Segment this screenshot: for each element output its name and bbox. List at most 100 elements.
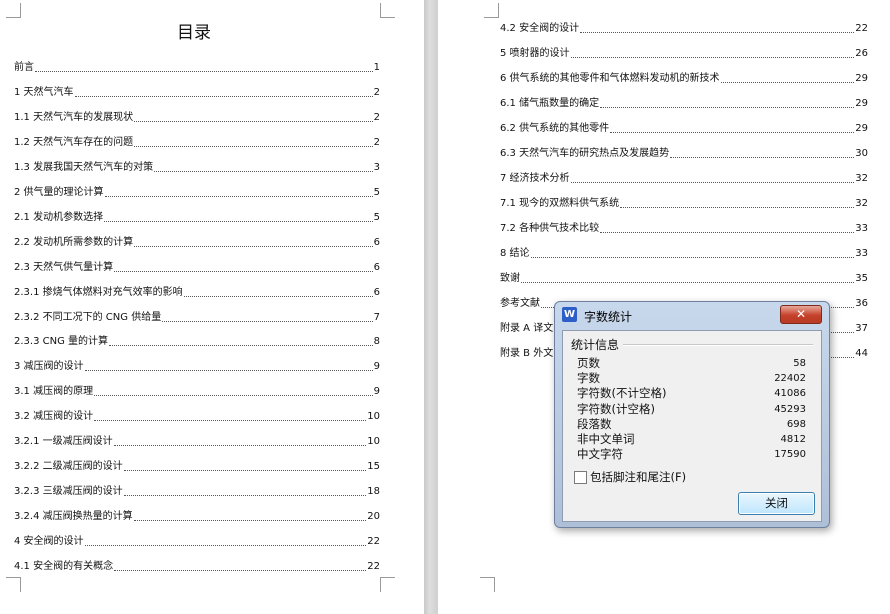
toc-entry[interactable]: 3.2 减压阀的设计 10 <box>14 409 380 425</box>
toc-entry[interactable]: 1.2 天然气汽车存在的问题 2 <box>14 135 380 151</box>
stat-label: 中文字符 <box>577 447 623 462</box>
toc-entry[interactable]: 前言 1 <box>14 60 380 76</box>
toc-entry-text: 2.1 发动机参数选择 <box>14 211 104 223</box>
toc-leader-dots <box>600 107 855 108</box>
stat-value: 41086 <box>774 388 806 400</box>
stat-row: 字符数(不计空格) 41086 <box>577 386 806 401</box>
toc-entry[interactable]: 6.2 供气系统的其他零件 29 <box>500 121 868 137</box>
toc-entry[interactable]: 4.1 安全阀的有关概念 22 <box>14 559 380 575</box>
toc-entry-text: 参考文献 <box>500 298 540 309</box>
toc-leader-dots <box>134 145 373 147</box>
toc-entry-page: 2 <box>373 111 380 123</box>
toc-entry-page: 10 <box>367 436 380 448</box>
toc-entry-page: 6 <box>373 261 380 273</box>
toc-leader-dots <box>94 420 367 422</box>
toc-leader-dots <box>580 32 855 33</box>
toc-entry-text: 致谢 <box>500 273 520 284</box>
crop-mark <box>6 577 21 592</box>
toc-entry-page: 29 <box>855 123 868 134</box>
stat-label: 非中文单词 <box>577 432 635 446</box>
toc-entry[interactable]: 1.1 天然气汽车的发展现状 2 <box>14 110 380 126</box>
toc-entry[interactable]: 致谢 35 <box>500 271 868 287</box>
toc-entry-text: 1.1 天然气汽车的发展现状 <box>14 111 134 123</box>
wps-writer-icon: W <box>562 307 577 322</box>
stat-label: 字符数(不计空格) <box>577 386 667 401</box>
toc-entry[interactable]: 4 安全阀的设计 22 <box>14 534 380 550</box>
toc-entry-page: 8 <box>373 336 380 348</box>
toc-entry-page: 5 <box>373 186 380 198</box>
toc-entry[interactable]: 5 喷射器的设计 26 <box>500 46 868 62</box>
crop-mark <box>484 3 499 18</box>
toc-leader-dots <box>109 345 373 347</box>
toc-entry[interactable]: 3.2.1 一级减压阀设计 10 <box>14 434 380 450</box>
toc-entry-page: 6 <box>373 286 380 298</box>
toc-leader-dots <box>570 57 855 58</box>
toc-leader-dots <box>84 370 373 372</box>
toc-leader-dots <box>610 132 855 133</box>
toc-entry-page: 18 <box>367 486 380 498</box>
stat-value: 45293 <box>774 403 806 415</box>
toc-entry-text: 1 天然气汽车 <box>14 86 74 98</box>
stat-row: 字符数(计空格) 45293 <box>577 402 806 417</box>
toc-entry[interactable]: 6.1 储气瓶数量的确定 29 <box>500 96 868 112</box>
toc-entry-text: 6.3 天然气汽车的研究热点及发展趋势 <box>500 148 670 159</box>
toc-entry[interactable]: 3.1 减压阀的原理 9 <box>14 384 380 400</box>
toc-entry[interactable]: 8 结论 33 <box>500 246 868 262</box>
stat-label: 段落数 <box>577 416 612 431</box>
toc-entry[interactable]: 7.2 各种供气技术比较 33 <box>500 221 868 237</box>
toc-entry-page: 22 <box>367 536 380 548</box>
toc-entry-text: 3.1 减压阀的原理 <box>14 386 94 398</box>
close-icon[interactable]: ✕ <box>780 305 822 324</box>
toc-entry[interactable]: 2.3 天然气供气量计算 6 <box>14 260 380 276</box>
toc-entry-page: 22 <box>855 23 868 34</box>
toc-entry[interactable]: 2 供气量的理论计算 5 <box>14 185 380 201</box>
toc-entry[interactable]: 6 供气系统的其他零件和气体燃料发动机的新技术 29 <box>500 71 868 87</box>
toc-entry[interactable]: 3.2.3 三级减压阀的设计 18 <box>14 484 380 500</box>
toc-entry-page: 44 <box>855 348 868 359</box>
toc-entry[interactable]: 7 经济技术分析 32 <box>500 171 868 187</box>
toc-leader-dots <box>134 245 373 247</box>
toc-entry-text: 8 结论 <box>500 248 530 259</box>
toc-entry-text: 4.1 安全阀的有关概念 <box>14 561 114 572</box>
toc-entry-page: 36 <box>855 298 868 309</box>
stat-value: 17590 <box>774 449 806 461</box>
toc-entry[interactable]: 1.3 发展我国天然气汽车的对策 3 <box>14 160 380 176</box>
toc-leader-dots <box>123 470 367 472</box>
stat-value: 58 <box>793 358 806 369</box>
toc-leader-dots <box>104 195 373 197</box>
toc-leader-dots <box>133 520 367 522</box>
dialog-titlebar[interactable]: W 字数统计 ✕ <box>555 302 829 328</box>
toc-entry[interactable]: 3.2.2 二级减压阀的设计 15 <box>14 459 380 475</box>
toc-entry-text: 1.3 发展我国天然气汽车的对策 <box>14 161 154 173</box>
toc-entry[interactable]: 4.2 安全阀的设计 22 <box>500 21 868 37</box>
stat-value: 698 <box>786 418 806 430</box>
toc-title: 目录 <box>177 23 211 43</box>
close-button[interactable]: 关闭 <box>738 492 815 515</box>
stat-row: 非中文单词 4812 <box>577 432 806 447</box>
crop-mark <box>480 577 495 592</box>
toc-entry-page: 1 <box>373 62 380 73</box>
toc-entry-page: 20 <box>367 511 380 523</box>
toc-leader-dots <box>114 270 373 272</box>
toc-entry[interactable]: 7.1 现今的双燃料供气系统 32 <box>500 196 868 212</box>
toc-entry-page: 7 <box>373 311 380 323</box>
toc-entry[interactable]: 2.3.1 掺烧气体燃料对充气效率的影响 6 <box>14 285 380 301</box>
toc-entry-text: 1.2 天然气汽车存在的问题 <box>14 136 134 148</box>
toc-entry-text: 附录 B 外文 <box>500 348 554 359</box>
toc-entry[interactable]: 3.2.4 减压阀换热量的计算 20 <box>14 509 380 525</box>
toc-entry-text: 2 供气量的理论计算 <box>14 186 104 198</box>
toc-leader-dots <box>94 395 373 397</box>
toc-entry[interactable]: 2.1 发动机参数选择 5 <box>14 210 380 226</box>
toc-entry[interactable]: 2.3.2 不同工况下的 CNG 供给量 7 <box>14 310 380 326</box>
include-footnotes-checkbox[interactable] <box>574 471 587 484</box>
toc-entry[interactable]: 6.3 天然气汽车的研究热点及发展趋势 30 <box>500 146 868 162</box>
word-count-dialog: W 字数统计 ✕ 统计信息 页数 58 字数 22402 字符数(不计空格) 41086 字… <box>554 301 830 528</box>
toc-entry[interactable]: 2.2 发动机所需参数的计算 6 <box>14 235 380 251</box>
toc-entry-text: 6 供气系统的其他零件和气体燃料发动机的新技术 <box>500 73 720 84</box>
toc-entry[interactable]: 3 减压阀的设计 9 <box>14 359 380 375</box>
toc-entry[interactable]: 2.3.3 CNG 量的计算 8 <box>14 334 380 350</box>
toc-entry[interactable]: 1 天然气汽车 2 <box>14 85 380 101</box>
toc-entry-page: 26 <box>855 48 868 59</box>
stat-row: 中文字符 17590 <box>577 447 806 462</box>
include-footnotes-label[interactable]: 包括脚注和尾注(F) <box>590 469 686 485</box>
